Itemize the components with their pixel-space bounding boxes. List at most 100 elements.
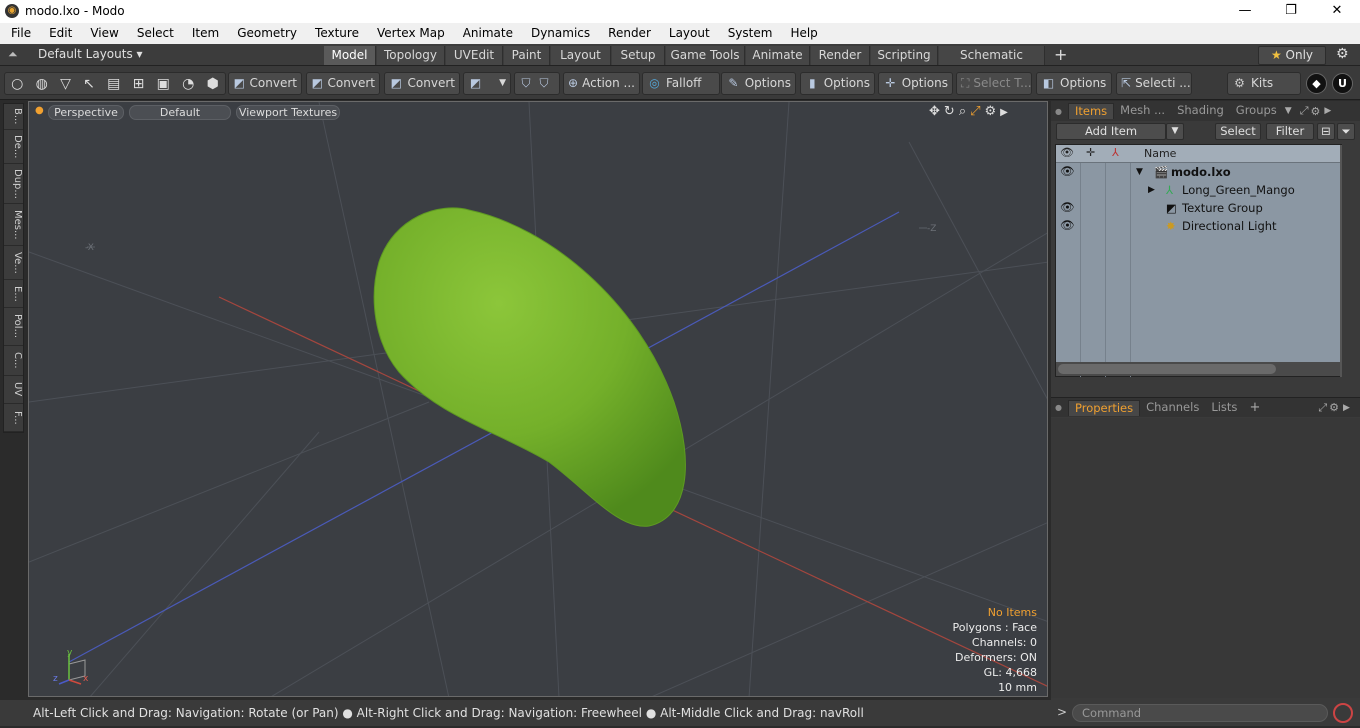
tab-render[interactable]: Render (811, 46, 870, 65)
gear-icon[interactable]: ⚙ (1336, 46, 1349, 62)
close-button[interactable]: ✕ (1314, 0, 1360, 23)
selection-sets-button[interactable]: ⇱ Selecti ... (1116, 72, 1192, 95)
visibility-eye-icon[interactable]: 👁 (1060, 162, 1075, 180)
tab-animate[interactable]: Animate (746, 46, 810, 65)
toolbox-tab-duplicate[interactable]: Dup... (4, 164, 23, 204)
expand-arrow-icon[interactable]: ▶ (1000, 107, 1012, 118)
menu-edit[interactable]: Edit (40, 23, 81, 44)
menu-texture[interactable]: Texture (306, 23, 368, 44)
shading-mode-button[interactable]: Default (129, 105, 231, 120)
toolbox-tab-basic[interactable]: B... (4, 104, 23, 130)
options-button-3[interactable]: ✛ Options (878, 72, 953, 95)
collapse-icon[interactable]: ⊟ (1317, 123, 1335, 140)
select-through-button[interactable]: ⛶ Select T... (956, 72, 1032, 95)
funnel-icon[interactable]: ⏷ (1337, 123, 1355, 140)
toolbox-tab-deform[interactable]: De... (4, 130, 23, 164)
tab-paint[interactable]: Paint (504, 46, 550, 65)
list-item-mesh[interactable]: ▶ ⅄ Long_Green_Mango (1056, 181, 1340, 199)
viewport-gear-icon[interactable]: ⚙ (985, 104, 1001, 119)
toolbox-tab-edge[interactable]: E... (4, 280, 23, 308)
panel-gear-icon[interactable]: ⚙ (1329, 401, 1339, 414)
list-item-scene[interactable]: 👁 ▼ 🎬 modo.lxo (1056, 163, 1340, 181)
zoom-icon[interactable]: ⌕ (959, 104, 970, 119)
default-layouts-dropdown[interactable]: Default Layouts ▾ (38, 47, 143, 61)
menu-select[interactable]: Select (128, 23, 183, 44)
list-item-texture-group[interactable]: 👁 ◩ Texture Group (1056, 199, 1340, 217)
maximize-icon[interactable]: ⤢ (1318, 401, 1327, 415)
tab-layout[interactable]: Layout (551, 46, 611, 65)
vertical-scrollbar[interactable] (1340, 145, 1342, 377)
options-button-1[interactable]: ✎ Options (721, 72, 796, 95)
convert-button-1[interactable]: ◩ Convert (228, 72, 302, 95)
panel-arrow-icon[interactable]: ▶ (1324, 106, 1331, 116)
minimize-button[interactable]: — (1222, 0, 1268, 23)
panel-gear-icon[interactable]: ⚙ (1311, 105, 1321, 118)
select-polygons-icon[interactable]: ▽ (60, 76, 71, 92)
filter-button[interactable]: Filter (1266, 123, 1314, 140)
menu-dynamics[interactable]: Dynamics (522, 23, 599, 44)
menu-view[interactable]: View (81, 23, 127, 44)
visibility-eye-icon[interactable]: 👁 (1060, 198, 1075, 216)
menu-render[interactable]: Render (599, 23, 660, 44)
scrollbar-thumb[interactable] (1058, 364, 1276, 374)
viewport-textures-button[interactable]: Viewport Textures (236, 105, 340, 120)
tab-scripting[interactable]: Scripting (871, 46, 938, 65)
select-centers-icon[interactable]: ▣ (157, 76, 170, 92)
menu-vertex-map[interactable]: Vertex Map (368, 23, 454, 44)
add-tab-icon[interactable]: + (1249, 400, 1260, 415)
tab-items[interactable]: Items (1067, 103, 1115, 119)
select-pivots-icon[interactable]: ⊞ (133, 76, 145, 92)
tab-topology[interactable]: Topology (377, 46, 445, 65)
panel-arrow-icon[interactable]: ▶ (1343, 403, 1350, 413)
solid-mode-icon[interactable]: ⬢ (207, 76, 219, 92)
fit-icon[interactable]: ⤢ (970, 104, 984, 119)
viewport-menu-icon[interactable]: ● (35, 105, 44, 116)
tab-channels[interactable]: Channels (1140, 400, 1205, 416)
expand-triangle-icon[interactable]: ▶ (1148, 181, 1155, 199)
command-input[interactable]: Command (1072, 704, 1328, 722)
pan-icon[interactable]: ✥ (929, 104, 944, 119)
options-button-4[interactable]: ◧ Options (1036, 72, 1112, 95)
view-mode-button[interactable]: Perspective (48, 105, 124, 120)
tab-lists[interactable]: Lists (1205, 400, 1243, 416)
toolbox-tab-vertex[interactable]: Ve... (4, 246, 23, 280)
3d-viewport[interactable]: -X -Z y z x ● Perspective Default Viewpo… (28, 101, 1048, 697)
tabs-dropdown-icon[interactable]: ▼ (1285, 106, 1292, 116)
menu-file[interactable]: File (0, 23, 40, 44)
kits-button[interactable]: ⚙ Kits (1227, 72, 1301, 95)
menu-geometry[interactable]: Geometry (228, 23, 306, 44)
list-item-light[interactable]: 👁 ✸ Directional Light (1056, 217, 1340, 235)
add-item-button[interactable]: Add Item (1056, 123, 1166, 140)
toolbox-tab-fusion[interactable]: F... (4, 404, 23, 432)
tab-groups[interactable]: Groups (1230, 103, 1283, 119)
record-macro-icon[interactable] (1333, 703, 1353, 723)
only-toggle[interactable]: ★ Only (1258, 46, 1326, 65)
select-vertices-icon[interactable]: ○ (11, 76, 23, 92)
horizontal-scrollbar[interactable] (1056, 362, 1340, 376)
tab-properties[interactable]: Properties (1067, 399, 1141, 416)
toolbox-tab-polygon[interactable]: Pol... (4, 308, 23, 346)
add-tab-icon[interactable]: + (1054, 45, 1067, 64)
shield-icon[interactable]: ⛉ (519, 76, 533, 91)
tab-schematic-fusion[interactable]: Schematic Fusion (939, 46, 1045, 80)
primitive-dropdown[interactable]: ◩ ▼ (463, 72, 511, 95)
maximize-icon[interactable]: ⤢ (1300, 104, 1309, 118)
tab-model[interactable]: Model (324, 46, 376, 65)
menu-item[interactable]: Item (183, 23, 228, 44)
options-button-2[interactable]: ▮ Options (800, 72, 875, 95)
rotate-icon[interactable]: ↻ (944, 104, 959, 119)
snap-icon[interactable]: ⛉ (537, 76, 551, 91)
visibility-eye-icon[interactable]: 👁 (1060, 216, 1075, 234)
unity-icon[interactable]: ◆ (1306, 73, 1327, 94)
tab-game-tools[interactable]: Game Tools (666, 46, 745, 65)
select-items-icon[interactable]: ↖ (83, 76, 95, 92)
toolbox-tab-curve[interactable]: C... (4, 346, 23, 376)
tab-setup[interactable]: Setup (612, 46, 665, 65)
tab-shading[interactable]: Shading (1171, 103, 1230, 119)
select-materials-icon[interactable]: ▤ (107, 76, 120, 92)
menu-layout[interactable]: Layout (660, 23, 719, 44)
layout-collapse-icon[interactable]: ⏶ (8, 47, 18, 62)
menu-animate[interactable]: Animate (454, 23, 522, 44)
menu-system[interactable]: System (719, 23, 782, 44)
convert-button-3[interactable]: ◩ Convert (384, 72, 460, 95)
